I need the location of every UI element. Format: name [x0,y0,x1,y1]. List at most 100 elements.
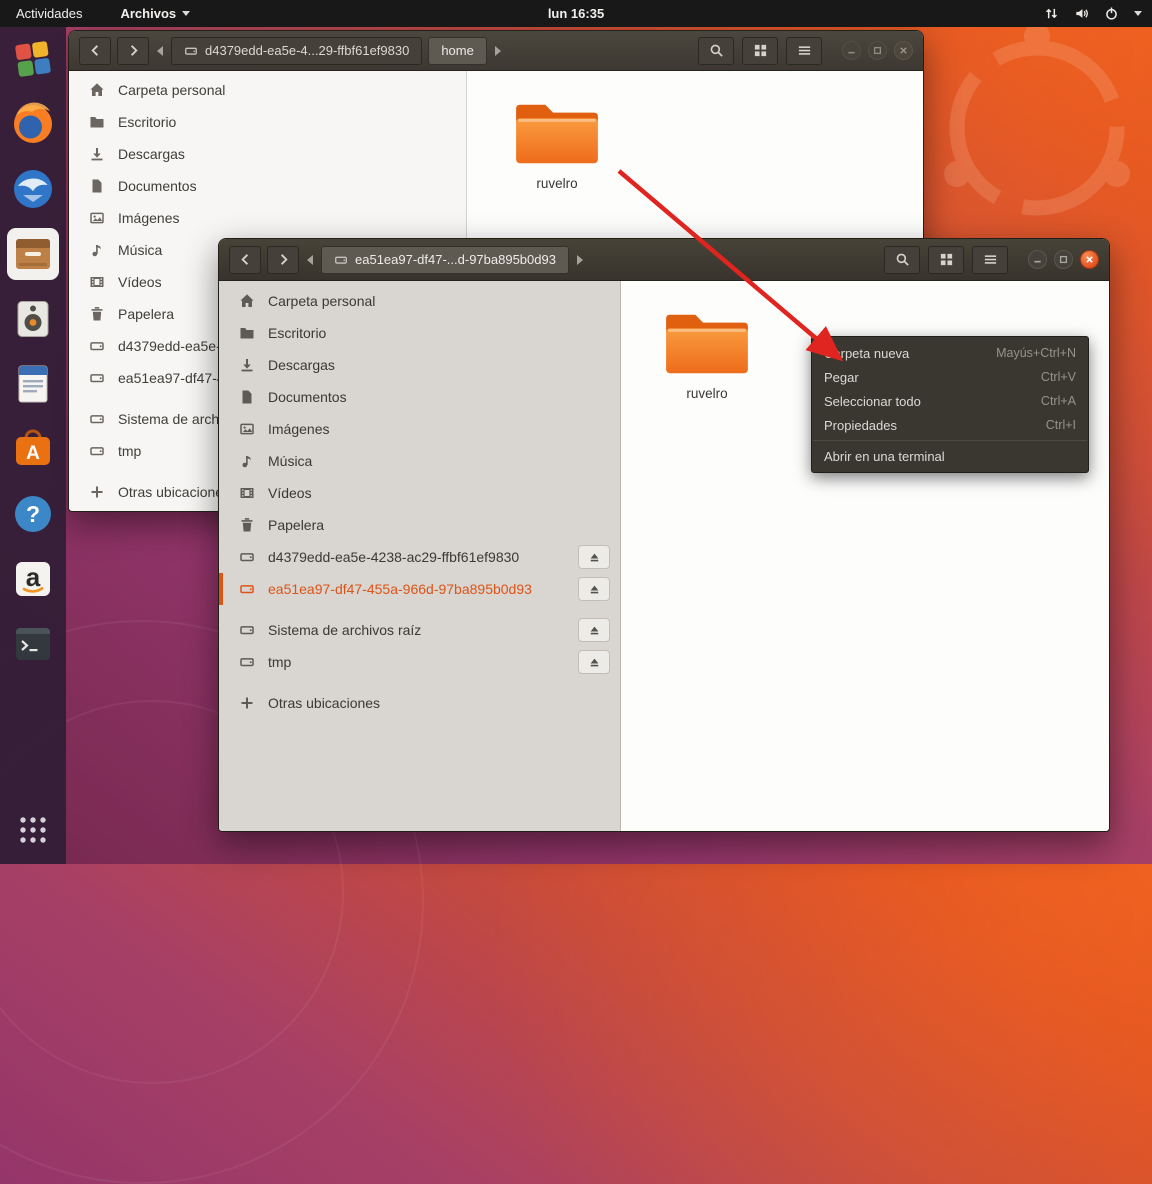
dock-help-icon[interactable]: ? [7,488,59,540]
dock-rhythmbox-icon[interactable] [7,293,59,345]
sidebar-item-pictures[interactable]: Imágenes [219,413,620,445]
eject-button[interactable] [578,618,610,642]
sidebar-item-documents[interactable]: Documentos [69,170,466,202]
hamburger-icon [797,43,812,58]
sidebar-item-drive-d4379edd[interactable]: d4379edd-ea5e-4238-ac29-ffbf61ef9830 [219,541,620,573]
drive-icon [239,581,255,597]
back-button[interactable] [229,245,261,274]
dock-thunderbird-icon[interactable] [7,163,59,215]
dock: A ? a [0,27,66,864]
drive-icon [184,44,198,58]
drive-icon [239,622,255,638]
sidebar-item-downloads[interactable]: Descargas [69,138,466,170]
menu-item-properties[interactable]: Propiedades Ctrl+I [812,413,1088,437]
maximize-button[interactable] [868,41,887,60]
menu-item-select-all[interactable]: Seleccionar todo Ctrl+A [812,389,1088,413]
folder-ruvelro[interactable]: ruvelro [500,97,614,191]
download-icon [239,357,255,373]
sidebar-item-downloads[interactable]: Descargas [219,349,620,381]
trash-icon [239,517,255,533]
app-menu[interactable]: Archivos [120,6,191,21]
activities-button[interactable]: Actividades [10,6,88,21]
drive-icon [89,411,105,427]
view-toggle-button[interactable] [742,36,778,65]
svg-text:?: ? [26,501,40,527]
music-note-icon [89,242,105,258]
dock-writer-icon[interactable] [7,358,59,410]
menu-item-new-folder[interactable]: Carpeta nueva Mayús+Ctrl+N [812,341,1088,365]
sidebar-item-root-filesystem[interactable]: Sistema de archivos raíz [219,614,620,646]
front-window-titlebar[interactable]: ea51ea97-df47-...d-97ba895b0d93 [219,239,1109,281]
path-segment-label: ea51ea97-df47-...d-97ba895b0d93 [355,252,556,267]
clock[interactable]: lun 16:35 [548,6,604,21]
shortcut-label: Ctrl+V [1040,370,1076,384]
search-button[interactable] [884,245,920,274]
folder-icon [89,114,105,130]
home-icon [239,293,255,309]
pathbar-scroll-left-icon[interactable] [157,45,163,56]
sidebar-item-videos[interactable]: Vídeos [219,477,620,509]
window-menu-button[interactable] [786,36,822,65]
sidebar-item-trash[interactable]: Papelera [219,509,620,541]
sidebar-item-documents[interactable]: Documentos [219,381,620,413]
shortcut-label: Ctrl+A [1040,394,1076,408]
pathbar-scroll-right-icon[interactable] [494,45,501,56]
minimize-button[interactable] [1028,250,1047,269]
eject-icon [588,583,601,596]
back-window-titlebar[interactable]: d4379edd-ea5e-4...29-ffbf61ef9830 home [69,31,923,71]
dock-multicolor-app-icon[interactable] [7,33,59,85]
forward-button[interactable] [117,36,149,65]
eject-button[interactable] [578,577,610,601]
files-window-front: ea51ea97-df47-...d-97ba895b0d93 Carpeta … [218,238,1110,832]
back-button[interactable] [79,36,111,65]
grid-view-icon [753,43,768,58]
dock-ubuntu-software-icon[interactable]: A [7,423,59,475]
app-menu-label: Archivos [120,6,177,21]
sidebar-item-music[interactable]: Música [219,445,620,477]
sidebar-item-desktop[interactable]: Escritorio [69,106,466,138]
sidebar-item-home[interactable]: Carpeta personal [219,285,620,317]
path-segment-drive[interactable]: d4379edd-ea5e-4...29-ffbf61ef9830 [171,36,423,65]
folder-icon [239,325,255,341]
svg-text:a: a [26,562,41,592]
minimize-button[interactable] [842,41,861,60]
maximize-button[interactable] [1054,250,1073,269]
close-button[interactable] [1080,250,1099,269]
dock-amazon-icon[interactable]: a [7,553,59,605]
context-menu: Carpeta nueva Mayús+Ctrl+N Pegar Ctrl+V Se… [811,336,1089,473]
network-icon [1044,6,1059,21]
menu-item-open-terminal[interactable]: Abrir en una terminal [812,444,1088,468]
chevron-right-icon [276,252,291,267]
dock-firefox-icon[interactable] [7,98,59,150]
top-bar: Actividades Archivos lun 16:35 [0,0,1152,27]
system-status-area[interactable] [1044,6,1142,21]
sidebar-item-home[interactable]: Carpeta personal [69,74,466,106]
show-applications-icon[interactable] [7,804,59,856]
folder-icon [666,314,748,374]
forward-button[interactable] [267,245,299,274]
eject-button[interactable] [578,545,610,569]
eject-button[interactable] [578,650,610,674]
menu-item-paste[interactable]: Pegar Ctrl+V [812,365,1088,389]
window-menu-button[interactable] [972,245,1008,274]
folder-ruvelro[interactable]: ruvelro [650,307,764,401]
sidebar-item-other-locations[interactable]: Otras ubicaciones [219,687,620,719]
view-toggle-button[interactable] [928,245,964,274]
close-button[interactable] [894,41,913,60]
search-button[interactable] [698,36,734,65]
close-icon [899,46,908,55]
sidebar-item-tmp[interactable]: tmp [219,646,620,678]
sidebar-item-desktop[interactable]: Escritorio [219,317,620,349]
plus-icon [89,484,105,500]
pathbar-scroll-left-icon[interactable] [307,254,313,265]
dock-files-icon[interactable] [7,228,59,280]
sidebar-item-pictures[interactable]: Imágenes [69,202,466,234]
plus-icon [239,695,255,711]
grid-view-icon [939,252,954,267]
sidebar-item-drive-ea51ea97[interactable]: ea51ea97-df47-455a-966d-97ba895b0d93 [219,573,620,605]
pathbar-scroll-right-icon[interactable] [576,254,583,265]
path-segment-home[interactable]: home [428,36,487,65]
path-segment-drive[interactable]: ea51ea97-df47-...d-97ba895b0d93 [321,245,569,274]
chevron-left-icon [238,252,253,267]
dock-terminal-icon[interactable] [7,618,59,670]
